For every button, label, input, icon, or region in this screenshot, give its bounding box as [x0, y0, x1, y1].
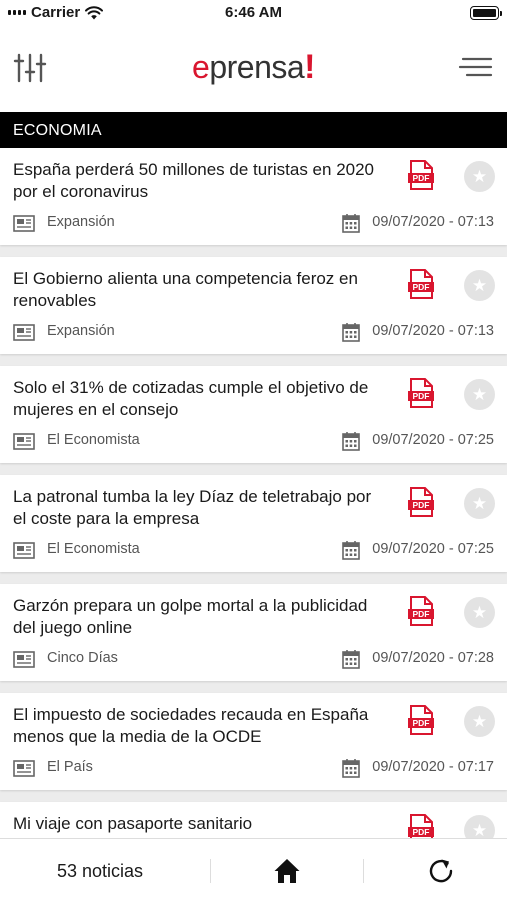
- app-header: eprensa!: [0, 26, 507, 112]
- news-title[interactable]: Solo el 31% de cotizadas cumple el objet…: [13, 377, 383, 421]
- svg-text:PDF: PDF: [413, 500, 430, 510]
- news-datetime: 09/07/2020 - 07:13: [372, 323, 494, 339]
- newspaper-icon: [13, 760, 35, 777]
- calendar-icon: [342, 649, 361, 669]
- news-item[interactable]: Solo el 31% de cotizadas cumple el objet…: [0, 366, 507, 463]
- news-item[interactable]: El impuesto de sociedades recauda en Esp…: [0, 693, 507, 790]
- svg-text:PDF: PDF: [413, 282, 430, 292]
- newspaper-icon: [13, 324, 35, 341]
- star-icon[interactable]: ★: [464, 161, 495, 192]
- news-meta: Cinco Días 09/07/2020 - 07:28: [13, 648, 494, 669]
- news-title[interactable]: El impuesto de sociedades recauda en Esp…: [13, 704, 383, 748]
- news-title[interactable]: Mi viaje con pasaporte sanitario: [13, 813, 383, 835]
- news-source: Expansión: [47, 323, 115, 339]
- star-icon[interactable]: ★: [464, 815, 495, 838]
- news-datetime: 09/07/2020 - 07:17: [372, 759, 494, 775]
- calendar-icon: [342, 431, 361, 451]
- refresh-icon[interactable]: [427, 857, 455, 885]
- news-meta: Expansión 09/07/2020 - 07:13: [13, 321, 494, 342]
- news-source: Cinco Días: [47, 650, 118, 666]
- svg-text:PDF: PDF: [413, 173, 430, 183]
- star-icon[interactable]: ★: [464, 379, 495, 410]
- pdf-icon[interactable]: PDF: [408, 487, 434, 517]
- star-icon[interactable]: ★: [464, 706, 495, 737]
- calendar-icon: [342, 322, 361, 342]
- home-icon[interactable]: [273, 857, 301, 885]
- pdf-icon[interactable]: PDF: [408, 378, 434, 408]
- news-item[interactable]: Mi viaje con pasaporte sanitario PDF ★: [0, 802, 507, 838]
- pdf-icon[interactable]: PDF: [408, 596, 434, 626]
- svg-text:PDF: PDF: [413, 718, 430, 728]
- news-item[interactable]: España perderá 50 millones de turistas e…: [0, 148, 507, 245]
- status-time: 6:46 AM: [225, 4, 282, 21]
- news-meta: El Economista 09/07/2020 - 07:25: [13, 539, 494, 560]
- svg-text:PDF: PDF: [413, 391, 430, 401]
- logo-text: prensa: [209, 49, 305, 85]
- section-title: ECONOMIA: [0, 112, 507, 148]
- news-source: El País: [47, 759, 93, 775]
- news-source: El Economista: [47, 432, 140, 448]
- news-count: 53 noticias: [56, 861, 144, 881]
- news-item[interactable]: El Gobierno alienta una competencia fero…: [0, 257, 507, 354]
- bottom-bar: 53 noticias: [0, 838, 507, 900]
- news-datetime: 09/07/2020 - 07:13: [372, 214, 494, 230]
- newspaper-icon: [13, 433, 35, 450]
- svg-text:PDF: PDF: [413, 827, 430, 837]
- news-meta: Expansión 09/07/2020 - 07:13: [13, 212, 494, 233]
- status-bar: Carrier 6:46 AM: [0, 0, 507, 26]
- news-title[interactable]: El Gobierno alienta una competencia fero…: [13, 268, 383, 312]
- divider: [363, 859, 364, 883]
- divider: [210, 859, 211, 883]
- pdf-icon[interactable]: PDF: [408, 814, 434, 838]
- news-meta: El Economista 09/07/2020 - 07:25: [13, 430, 494, 451]
- news-title[interactable]: La patronal tumba la ley Díaz de teletra…: [13, 486, 383, 530]
- star-icon[interactable]: ★: [464, 488, 495, 519]
- news-item[interactable]: La patronal tumba la ley Díaz de teletra…: [0, 475, 507, 572]
- calendar-icon: [342, 540, 361, 560]
- svg-text:PDF: PDF: [413, 609, 430, 619]
- news-list[interactable]: España perderá 50 millones de turistas e…: [0, 148, 507, 838]
- calendar-icon: [342, 758, 361, 778]
- newspaper-icon: [13, 542, 35, 559]
- news-datetime: 09/07/2020 - 07:25: [372, 432, 494, 448]
- pdf-icon[interactable]: PDF: [408, 705, 434, 735]
- news-datetime: 09/07/2020 - 07:28: [372, 650, 494, 666]
- hamburger-menu-icon[interactable]: [457, 52, 495, 82]
- star-icon[interactable]: ★: [464, 597, 495, 628]
- logo-e: e: [192, 49, 210, 85]
- pdf-icon[interactable]: PDF: [408, 269, 434, 299]
- news-datetime: 09/07/2020 - 07:25: [372, 541, 494, 557]
- eprensa-logo: eprensa!: [0, 48, 507, 87]
- calendar-icon: [342, 213, 361, 233]
- battery-icon: [470, 6, 502, 20]
- news-source: Expansión: [47, 214, 115, 230]
- news-source: El Economista: [47, 541, 140, 557]
- news-item[interactable]: Garzón prepara un golpe mortal a la publ…: [0, 584, 507, 681]
- news-title[interactable]: España perderá 50 millones de turistas e…: [13, 159, 383, 203]
- newspaper-icon: [13, 215, 35, 232]
- star-icon[interactable]: ★: [464, 270, 495, 301]
- logo-bang: !: [304, 48, 315, 86]
- news-meta: El País 09/07/2020 - 07:17: [13, 757, 494, 778]
- newspaper-icon: [13, 651, 35, 668]
- pdf-icon[interactable]: PDF: [408, 160, 434, 190]
- news-title[interactable]: Garzón prepara un golpe mortal a la publ…: [13, 595, 383, 639]
